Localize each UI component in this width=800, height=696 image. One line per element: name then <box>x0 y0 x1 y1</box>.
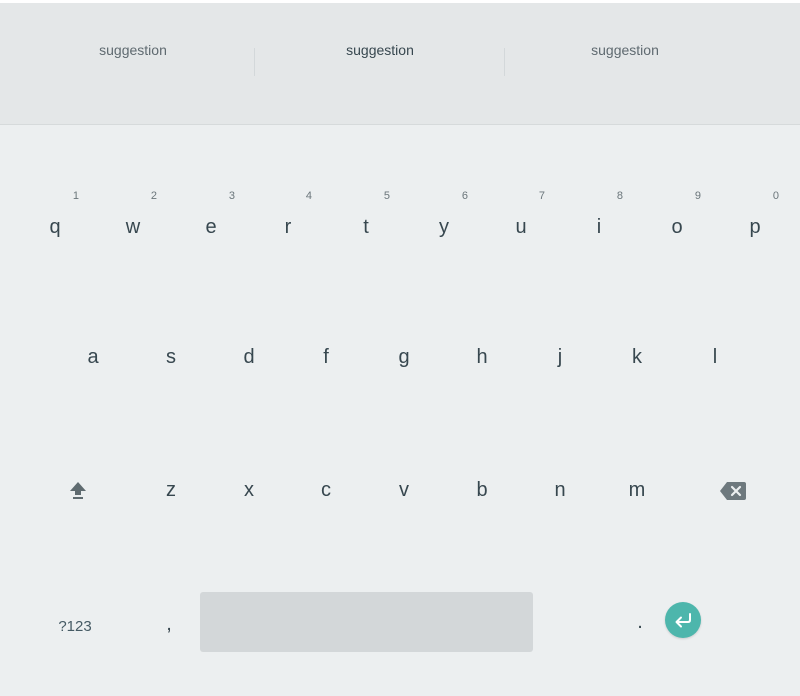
key-u[interactable]: u7 <box>486 187 556 267</box>
suggestion-bar: suggestion suggestion suggestion <box>0 3 800 125</box>
key-label: r <box>284 215 292 238</box>
shift-icon <box>68 480 88 500</box>
key-hint: 7 <box>538 190 545 202</box>
comma-key[interactable]: , <box>134 584 204 664</box>
backspace-key[interactable] <box>698 451 768 531</box>
key-w[interactable]: w2 <box>98 187 168 267</box>
key-m[interactable]: m <box>602 450 672 530</box>
key-hint: 3 <box>228 190 235 202</box>
key-j[interactable]: j <box>525 317 595 397</box>
spacebar[interactable] <box>200 592 533 652</box>
shift-key[interactable] <box>43 450 113 530</box>
key-hint: 5 <box>383 190 390 202</box>
symbols-key[interactable]: ?123 <box>40 586 110 666</box>
suggestion-right[interactable]: suggestion <box>591 42 659 58</box>
suggestion-center[interactable]: suggestion <box>346 42 414 58</box>
key-b[interactable]: b <box>447 450 517 530</box>
key-label: i <box>596 215 602 238</box>
key-t[interactable]: t5 <box>331 187 401 267</box>
key-l[interactable]: l <box>680 317 750 397</box>
key-hint: 4 <box>305 190 312 202</box>
key-hint: 6 <box>461 190 468 202</box>
key-label: u <box>515 215 527 238</box>
key-f[interactable]: f <box>291 317 361 397</box>
key-label: p <box>749 215 761 238</box>
key-label: o <box>671 215 683 238</box>
key-o[interactable]: o9 <box>642 187 712 267</box>
enter-icon <box>673 612 693 628</box>
key-h[interactable]: h <box>447 317 517 397</box>
enter-key[interactable] <box>665 602 701 638</box>
key-hint: 9 <box>694 190 701 202</box>
key-k[interactable]: k <box>602 317 672 397</box>
key-hint: 1 <box>72 190 79 202</box>
suggestion-left[interactable]: suggestion <box>99 42 167 58</box>
key-a[interactable]: a <box>58 317 128 397</box>
key-p[interactable]: p0 <box>720 187 790 267</box>
suggestion-divider <box>254 48 255 76</box>
key-label: y <box>439 215 449 238</box>
key-label: e <box>205 215 217 238</box>
key-s[interactable]: s <box>136 317 206 397</box>
backspace-icon <box>720 482 746 500</box>
key-label: q <box>49 215 61 238</box>
key-q[interactable]: q1 <box>20 187 90 267</box>
suggestion-divider <box>504 48 505 76</box>
key-c[interactable]: c <box>291 450 361 530</box>
key-hint: 2 <box>150 190 157 202</box>
key-z[interactable]: z <box>136 450 206 530</box>
key-n[interactable]: n <box>525 450 595 530</box>
key-hint: 8 <box>616 190 623 202</box>
key-d[interactable]: d <box>214 317 284 397</box>
key-hint: 0 <box>772 190 779 202</box>
key-x[interactable]: x <box>214 450 284 530</box>
key-r[interactable]: r4 <box>253 187 323 267</box>
key-g[interactable]: g <box>369 317 439 397</box>
key-y[interactable]: y6 <box>409 187 479 267</box>
key-label: t <box>363 215 369 238</box>
key-i[interactable]: i8 <box>564 187 634 267</box>
key-v[interactable]: v <box>369 450 439 530</box>
key-e[interactable]: e3 <box>176 187 246 267</box>
key-label: w <box>125 215 141 238</box>
